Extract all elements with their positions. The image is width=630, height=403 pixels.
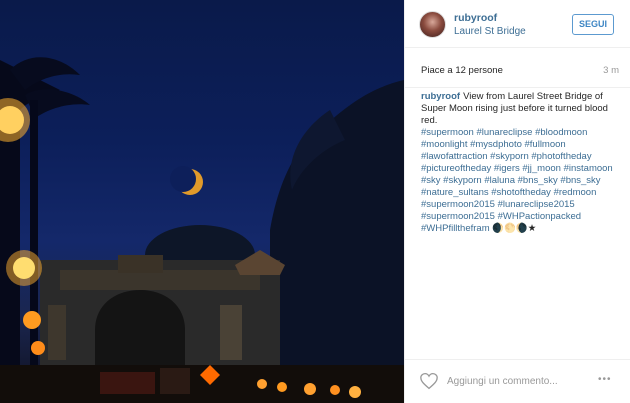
follow-button[interactable]: SEGUI <box>572 14 614 35</box>
caption-emoji: 🌒🌕🌘★ <box>492 223 537 234</box>
post-header: rubyroof Laurel St Bridge SEGUI <box>405 0 630 48</box>
post-sidebar: rubyroof Laurel St Bridge SEGUI Piace a … <box>404 0 630 403</box>
more-options-icon[interactable]: ••• <box>598 374 618 386</box>
avatar[interactable] <box>419 11 446 38</box>
likes-row: Piace a 12 persone 3 m <box>405 48 630 88</box>
post-location[interactable]: Laurel St Bridge <box>454 26 526 37</box>
caption-hashtags[interactable]: #supermoon #lunareclipse #bloodmoon #moo… <box>421 127 613 234</box>
post-caption: rubyroof View from Laurel Street Bridge o… <box>421 91 621 235</box>
night-scene-image <box>0 57 404 403</box>
post-timestamp: 3 m <box>603 65 619 76</box>
post-photo[interactable] <box>0 0 404 403</box>
caption-username[interactable]: rubyroof <box>421 91 460 102</box>
likes-count[interactable]: Piace a 12 persone <box>421 65 503 76</box>
comment-input[interactable] <box>447 373 587 389</box>
comment-bar: ••• <box>405 359 630 403</box>
post-username[interactable]: rubyroof <box>454 12 497 24</box>
heart-icon[interactable] <box>419 372 439 390</box>
